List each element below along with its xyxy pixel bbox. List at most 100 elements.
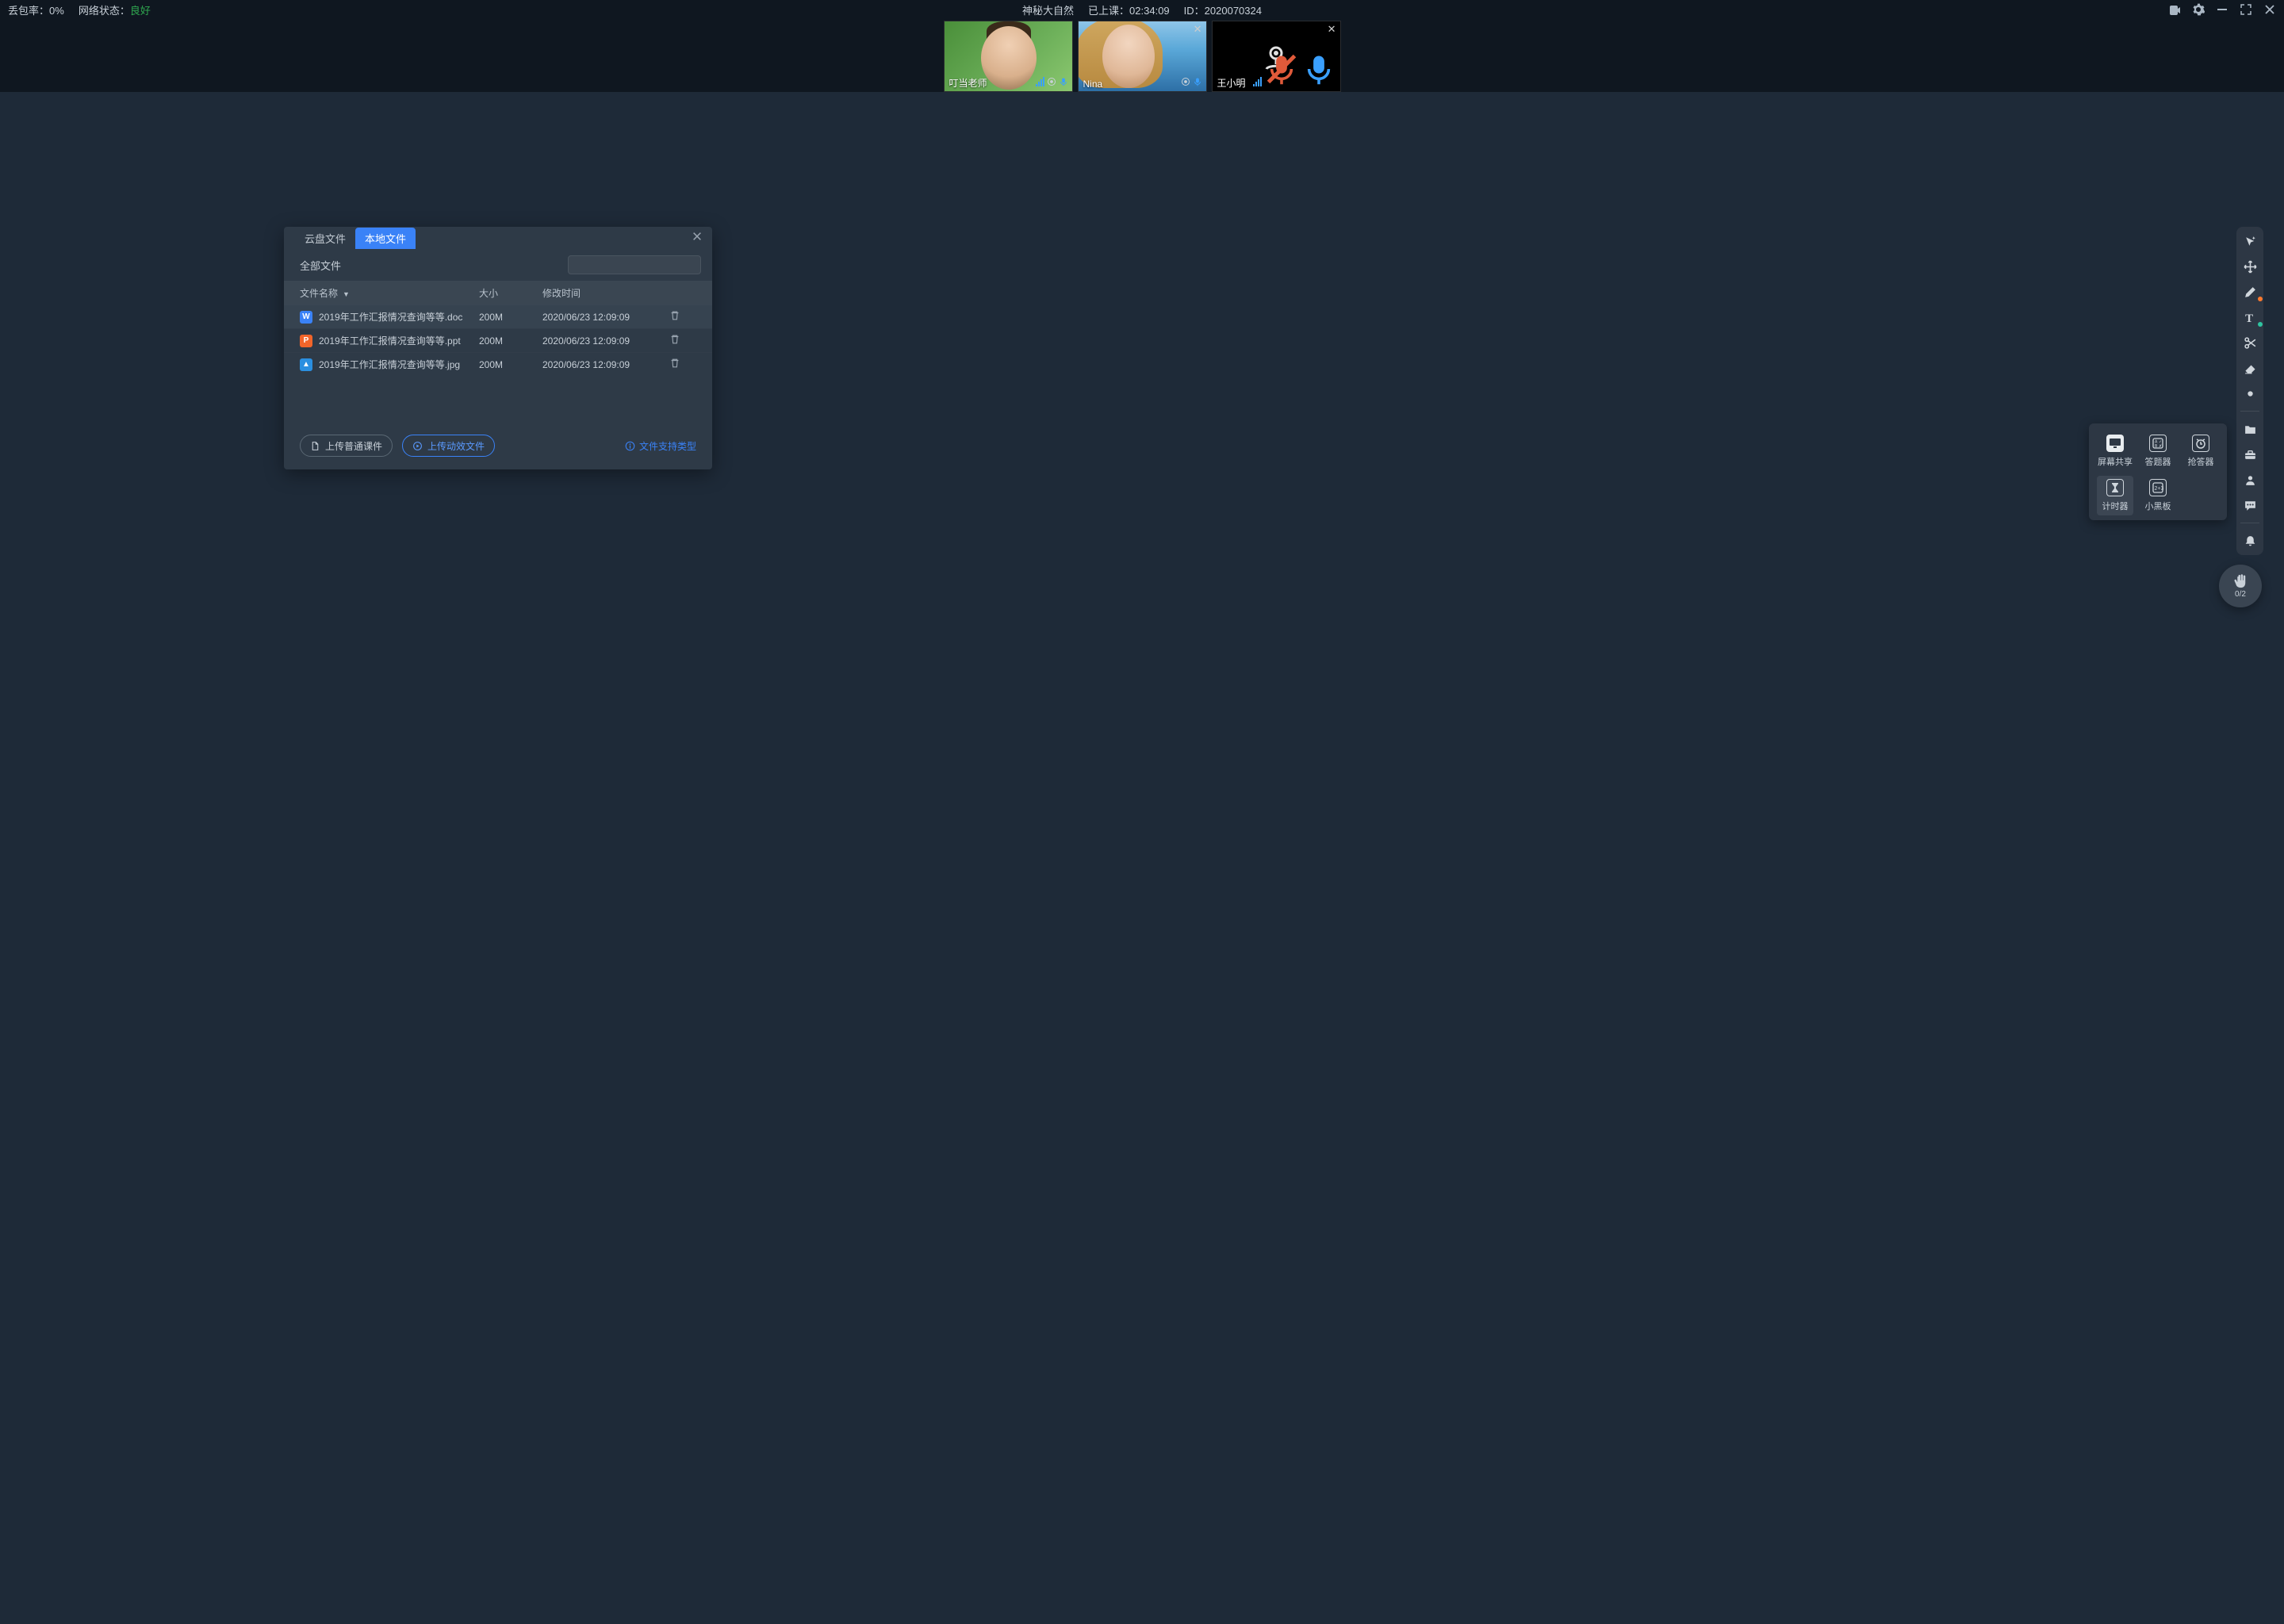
file-type-icon: W [300,311,312,324]
video-name-label: 叮当老师 [949,76,987,90]
toolbox-icon [2244,448,2257,462]
bell-icon [2244,534,2257,548]
tool-answer-card[interactable]: 答题器 [2140,431,2176,471]
laser-icon [2244,235,2257,248]
tool-timer[interactable]: 计时器 [2097,476,2133,515]
fullscreen-icon[interactable] [2240,3,2252,16]
tab-cloud-files[interactable]: 云盘文件 [295,228,355,249]
top-bar: 丢包率：0% 网络状态：良好 神秘大自然 已上课：02:34:09 ID：202… [0,0,2284,19]
mic-icon [1301,52,1336,89]
file-modified: 2020/06/23 12:09:09 [542,312,669,323]
col-size[interactable]: 大小 [479,286,542,300]
search-field[interactable] [580,259,703,270]
right-toolbar [2236,227,2263,555]
file-icon [310,441,320,451]
toolbar-eraser[interactable] [2240,360,2260,376]
eraser-icon [2244,362,2257,375]
record-icon [1181,77,1190,89]
file-row[interactable]: W2019年工作汇报情况查询等等.doc200M2020/06/23 12:09… [284,304,712,328]
session-id: ID：2020070324 [1184,2,1262,17]
text-icon [2244,311,2257,324]
dialog-close-icon[interactable] [692,231,703,245]
tab-local-files[interactable]: 本地文件 [355,228,416,249]
tool-label: 屏幕共享 [2098,455,2133,468]
play-icon [412,441,423,451]
col-modified[interactable]: 修改时间 [542,286,669,300]
toolbar-folder[interactable] [2240,421,2260,437]
file-name: 2019年工作汇报情况查询等等.jpg [319,358,460,371]
toolbar-move[interactable] [2240,259,2260,274]
tool-screen-share[interactable]: 屏幕共享 [2097,431,2133,471]
pen-icon [2244,285,2257,299]
file-modified: 2020/06/23 12:09:09 [542,335,669,347]
tool-blackboard[interactable]: 小黑板 [2140,476,2176,515]
minimize-icon[interactable] [2216,3,2228,16]
answer-card-icon [2149,435,2167,452]
video-name-label: Nina [1083,79,1103,90]
file-row[interactable]: ▲ 2019年工作汇报情况查询等等.jpg 200M2020/06/23 12:09… [284,352,712,376]
blackboard-icon [2149,479,2167,496]
video-tile[interactable]: ✕ Nina [1078,21,1207,92]
scissors-icon [2244,336,2257,350]
upload-animated-button[interactable]: 上传动效文件 [402,435,495,457]
indicator-dot [2258,297,2263,301]
file-table-header: 文件名称▼ 大小 修改时间 [284,281,712,304]
supported-types-link[interactable]: 文件支持类型 [625,439,696,453]
search-input[interactable] [568,255,701,274]
file-type-icon: ▲ [300,358,312,371]
person-icon [2244,473,2257,487]
file-row[interactable]: P 2019年工作汇报情况查询等等.ppt 200M2020/06/23 12:09… [284,328,712,352]
tool-buzzer[interactable]: 抢答器 [2182,431,2219,471]
toolbar-toolbox[interactable] [2240,446,2260,462]
settings-icon[interactable] [2192,3,2205,16]
info-icon [625,441,635,451]
file-size: 200M [479,335,542,347]
indicator-dot [2258,322,2263,327]
toolbar-person[interactable] [2240,472,2260,488]
tool-label: 抢答器 [2188,455,2214,468]
screen-share-icon [2106,435,2124,452]
move-icon [2244,260,2257,274]
video-tile[interactable]: 叮当老师 [944,21,1073,92]
network-status: 网络状态：良好 [79,2,151,17]
volume-indicator [1253,77,1262,86]
delete-file-icon[interactable] [669,334,701,347]
toolbar-bell[interactable] [2240,533,2260,549]
packet-loss: 丢包率：0% [8,2,64,17]
mic-icon [1059,77,1068,89]
file-modified: 2020/06/23 12:09:09 [542,359,669,370]
raise-hand-button[interactable]: 0/2 [2219,565,2262,607]
camera-icon[interactable] [2168,3,2181,16]
toolbar-separator [2240,411,2259,412]
file-size: 200M [479,359,542,370]
file-category-label: 全部文件 [300,258,341,273]
video-close-icon[interactable]: ✕ [1328,23,1336,36]
sort-caret-icon: ▼ [343,290,350,298]
delete-file-icon[interactable] [669,310,701,324]
toolbar-text[interactable] [2240,309,2260,325]
file-dialog: 云盘文件 本地文件 全部文件 文件名称▼ 大小 修改时间 W2019年工作汇报情… [284,227,712,469]
tool-label: 小黑板 [2145,500,2171,512]
elapsed-time: 已上课：02:34:09 [1088,2,1170,17]
folder-icon [2244,423,2257,436]
timer-icon [2106,479,2124,496]
toolbar-scissors[interactable] [2240,335,2260,350]
toolbar-pen[interactable] [2240,284,2260,300]
video-strip: 叮当老师 ✕ Nina ✕王小明 [0,19,2284,92]
delete-file-icon[interactable] [669,358,701,371]
video-tile[interactable]: ✕王小明 [1212,21,1341,92]
toolbar-dot-tool[interactable] [2240,385,2260,401]
course-title: 神秘大自然 [1022,2,1074,17]
volume-indicator [1036,77,1044,86]
close-icon[interactable] [2263,3,2276,16]
video-close-icon[interactable]: ✕ [1194,23,1202,36]
col-name[interactable]: 文件名称▼ [300,286,479,300]
record-icon [1047,77,1056,89]
toolbar-laser[interactable] [2240,233,2260,249]
file-name: 2019年工作汇报情况查询等等.ppt [319,334,461,347]
buzzer-icon [2192,435,2209,452]
file-type-icon: P [300,335,312,347]
upload-normal-button[interactable]: 上传普通课件 [300,435,393,457]
toolbar-chat[interactable] [2240,497,2260,513]
hand-icon [2232,573,2248,589]
